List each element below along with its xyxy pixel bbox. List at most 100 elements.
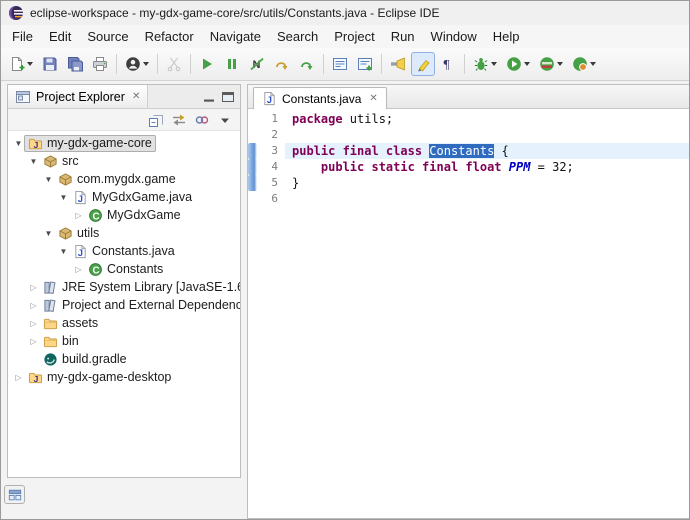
code-line-3[interactable]: 3 public final class Constants { — [248, 143, 689, 159]
link-with-editor-button[interactable] — [170, 111, 188, 129]
maximize-view-button[interactable] — [220, 89, 236, 105]
collapsed-arrow-icon[interactable]: ▷ — [28, 301, 39, 310]
tree-item-content[interactable]: C Constants — [84, 261, 167, 278]
tree-item-my-gdx-game-desktop[interactable]: ▷ Jmy-gdx-game-desktop — [8, 368, 240, 386]
new-wizard-button[interactable] — [5, 52, 37, 76]
dropdown-arrow-icon[interactable] — [524, 62, 530, 66]
tree-item-content[interactable]: com.mygdx.game — [54, 171, 180, 188]
line-number[interactable]: 3 — [257, 143, 285, 159]
line-number[interactable]: 5 — [257, 175, 285, 191]
menu-window[interactable]: Window — [423, 27, 485, 46]
tree-item-content[interactable]: C MyGdxGame — [84, 207, 185, 224]
restore-view-button[interactable] — [4, 485, 25, 504]
editor-body[interactable]: 1 package utils; 2 3 public final class Cons… — [248, 109, 689, 518]
code-text[interactable]: package utils; — [285, 111, 689, 127]
code-text[interactable] — [285, 127, 689, 143]
tree-item-constants[interactable]: ▷ C Constants — [8, 260, 240, 278]
tree-item-content[interactable]: assets — [39, 315, 102, 332]
minimize-view-button[interactable] — [201, 89, 217, 105]
tree-item-mygdxgame[interactable]: ▷ C MyGdxGame — [8, 206, 240, 224]
collapsed-arrow-icon[interactable]: ▷ — [28, 319, 39, 328]
line-number[interactable]: 1 — [257, 111, 285, 127]
line-number[interactable]: 4 — [257, 159, 285, 175]
tree-item-content[interactable]: JRE System Library [JavaSE-1.6] — [39, 279, 240, 296]
resume-button[interactable] — [195, 52, 219, 76]
tree-item-utils[interactable]: ▼ utils — [8, 224, 240, 242]
tree-item-content[interactable]: Jmy-gdx-game-desktop — [24, 369, 175, 386]
menu-source[interactable]: Source — [79, 27, 136, 46]
menu-help[interactable]: Help — [485, 27, 528, 46]
run-button[interactable] — [502, 52, 534, 76]
tree-item-jre-system-library-javase-1-6[interactable]: ▷ JRE System Library [JavaSE-1.6] — [8, 278, 240, 296]
code-line-2[interactable]: 2 — [248, 127, 689, 143]
code-text[interactable] — [285, 191, 689, 207]
step-return-button[interactable] — [295, 52, 319, 76]
tree-item-constants-java[interactable]: ▼ J Constants.java — [8, 242, 240, 260]
close-tab-icon[interactable]: ✕ — [369, 93, 377, 104]
tree-item-content[interactable]: J Constants.java — [69, 243, 179, 260]
tree-item-com-mygdx-game[interactable]: ▼ com.mygdx.game — [8, 170, 240, 188]
collapsed-arrow-icon[interactable]: ▷ — [73, 211, 84, 220]
tree-item-my-gdx-game-core[interactable]: ▼ Jmy-gdx-game-core — [8, 134, 240, 152]
profile-button[interactable] — [568, 52, 600, 76]
dropdown-arrow-icon[interactable] — [557, 62, 563, 66]
save-all-button[interactable] — [63, 52, 87, 76]
close-view-icon[interactable]: ✕ — [132, 91, 140, 102]
tree-item-project-and-external-dependenci[interactable]: ▷ Project and External Dependenci — [8, 296, 240, 314]
menu-refactor[interactable]: Refactor — [137, 27, 202, 46]
tree-item-assets[interactable]: ▷ assets — [8, 314, 240, 332]
expanded-arrow-icon[interactable]: ▼ — [28, 157, 39, 166]
coverage-button[interactable] — [535, 52, 567, 76]
tree-item-content[interactable]: bin — [39, 333, 83, 350]
account-button[interactable] — [121, 52, 153, 76]
toggle-mark-occurrences-button[interactable] — [411, 52, 435, 76]
tree-item-content[interactable]: utils — [54, 225, 103, 242]
open-console-button[interactable] — [328, 52, 352, 76]
dropdown-arrow-icon[interactable] — [143, 62, 149, 66]
tree-item-content[interactable]: Jmy-gdx-game-core — [24, 134, 156, 152]
tree-item-content[interactable]: Project and External Dependenci — [39, 297, 240, 314]
save-button[interactable] — [38, 52, 62, 76]
search-button[interactable] — [386, 52, 410, 76]
expanded-arrow-icon[interactable]: ▼ — [58, 247, 69, 256]
skip-all-breakpoints-button[interactable]: N — [245, 52, 269, 76]
expanded-arrow-icon[interactable]: ▼ — [43, 229, 54, 238]
collapsed-arrow-icon[interactable]: ▷ — [73, 265, 84, 274]
expanded-arrow-icon[interactable]: ▼ — [43, 175, 54, 184]
cut-button[interactable] — [162, 52, 186, 76]
line-number[interactable]: 6 — [257, 191, 285, 207]
step-over-button[interactable] — [270, 52, 294, 76]
tree-item-build-gradle[interactable]: build.gradle — [8, 350, 240, 368]
suspend-button[interactable] — [220, 52, 244, 76]
debug-button[interactable] — [469, 52, 501, 76]
show-whitespace-button[interactable]: ¶ — [436, 52, 460, 76]
dropdown-arrow-icon[interactable] — [27, 62, 33, 66]
menu-file[interactable]: File — [4, 27, 41, 46]
code-text[interactable]: public final class Constants { — [285, 143, 689, 159]
collapsed-arrow-icon[interactable]: ▷ — [28, 283, 39, 292]
menu-edit[interactable]: Edit — [41, 27, 79, 46]
focus-active-task-button[interactable] — [193, 111, 211, 129]
menu-run[interactable]: Run — [383, 27, 423, 46]
tree-item-content[interactable]: src — [39, 153, 83, 170]
code-line-6[interactable]: 6 — [248, 191, 689, 207]
expanded-arrow-icon[interactable]: ▼ — [58, 193, 69, 202]
dropdown-arrow-icon[interactable] — [491, 62, 497, 66]
tree-item-mygdxgame-java[interactable]: ▼ J MyGdxGame.java — [8, 188, 240, 206]
code-text[interactable]: } — [285, 175, 689, 191]
explorer-view-tab[interactable]: Project Explorer ✕ — [8, 85, 149, 108]
code-text[interactable]: public static final float PPM = 32; — [285, 159, 689, 175]
code-line-1[interactable]: 1 package utils; — [248, 111, 689, 127]
tree-item-content[interactable]: J MyGdxGame.java — [69, 189, 196, 206]
line-number[interactable]: 2 — [257, 127, 285, 143]
tree-item-content[interactable]: build.gradle — [39, 351, 131, 368]
pin-console-button[interactable] — [353, 52, 377, 76]
tab-constants-java[interactable]: J Constants.java ✕ — [253, 87, 387, 109]
menu-navigate[interactable]: Navigate — [202, 27, 269, 46]
expanded-arrow-icon[interactable]: ▼ — [13, 139, 24, 148]
print-button[interactable] — [88, 52, 112, 76]
view-menu-button[interactable] — [216, 111, 234, 129]
code-line-4[interactable]: 4 public static final float PPM = 32; — [248, 159, 689, 175]
tree-item-src[interactable]: ▼ src — [8, 152, 240, 170]
menu-search[interactable]: Search — [269, 27, 326, 46]
